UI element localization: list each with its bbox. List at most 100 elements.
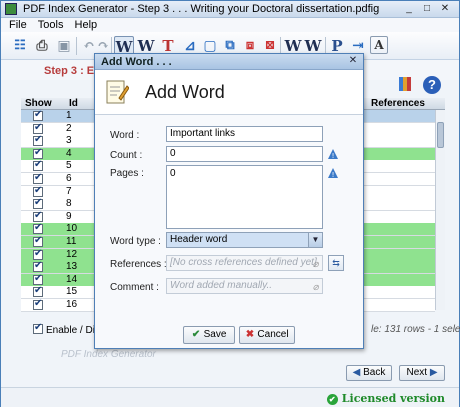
pages-textarea[interactable]: 0 — [166, 165, 323, 229]
row-id: 16 — [66, 299, 78, 310]
row-id: 7 — [66, 185, 72, 197]
row-id: 8 — [66, 198, 72, 210]
comment-placeholder: Word added manually.. — [170, 280, 273, 291]
pages-label: Pages : — [110, 168, 144, 179]
row-id: 15 — [66, 286, 78, 298]
dialog-close-button[interactable]: ✕ — [345, 55, 361, 68]
row-id: 4 — [66, 147, 72, 159]
row-id: 12 — [66, 248, 78, 260]
comment-input[interactable]: Word added manually.. ⊘ — [166, 278, 323, 294]
row-id: 1 — [66, 110, 72, 121]
dialog-header: Add Word — [95, 70, 363, 115]
dialog-heading: Add Word — [145, 82, 225, 102]
back-button[interactable]: ◀ Back — [346, 365, 392, 381]
show-checkbox[interactable] — [33, 147, 43, 159]
lock-icon: ⊘ — [312, 260, 319, 269]
scrollbar-thumb[interactable] — [437, 122, 444, 148]
show-checkbox[interactable] — [33, 248, 43, 260]
show-checkbox[interactable] — [33, 185, 43, 197]
word-input[interactable]: Important links — [166, 126, 323, 142]
column-references[interactable]: References — [371, 98, 425, 110]
save-button[interactable]: ✔ Save — [183, 326, 235, 344]
watermark: PDF Index Generator — [61, 349, 156, 360]
toolbar-separator — [76, 37, 77, 55]
show-checkbox[interactable] — [33, 172, 43, 184]
references-input: [No cross references defined yet] ⊘ — [166, 255, 323, 271]
info-icon: ! — [328, 168, 338, 178]
row-id: 11 — [66, 236, 77, 247]
edit-document-icon — [106, 80, 129, 104]
status-bar: ✔ Licensed version — [1, 387, 459, 407]
show-checkbox[interactable] — [33, 159, 43, 172]
row-id: 5 — [66, 160, 72, 172]
svg-text:!: ! — [332, 152, 335, 159]
info-icon: ! — [328, 149, 338, 159]
menu-bar: File Tools Help — [1, 18, 459, 32]
count-input[interactable]: 0 — [166, 146, 323, 162]
menu-help[interactable]: Help — [75, 18, 98, 32]
title-bar: PDF Index Generator - Step 3 . . . Writi… — [1, 1, 459, 18]
show-checkbox[interactable] — [33, 109, 43, 121]
row-id: 9 — [66, 210, 72, 222]
help-icon[interactable]: ? — [423, 76, 441, 94]
licensed-status: ✔ Licensed version — [326, 392, 445, 405]
show-checkbox[interactable] — [33, 122, 43, 134]
row-id: 6 — [66, 173, 72, 184]
back-label: Back — [363, 367, 386, 378]
print-icon[interactable]: ⎙ — [32, 36, 52, 56]
references-label: References : — [110, 259, 167, 270]
menu-tools[interactable]: Tools — [38, 18, 64, 32]
minimize-button[interactable]: _ — [402, 2, 416, 16]
show-checkbox[interactable] — [33, 197, 43, 210]
show-checkbox[interactable] — [33, 134, 43, 147]
next-button[interactable]: Next ▶ — [399, 365, 445, 381]
back-arrow-icon: ◀ — [352, 367, 361, 378]
show-checkbox[interactable] — [33, 235, 43, 247]
row-count: le: 131 rows - 1 selected — [371, 324, 460, 335]
show-checkbox[interactable] — [33, 298, 43, 310]
cancel-button[interactable]: ✖ Cancel — [239, 326, 295, 344]
row-id: 10 — [66, 223, 78, 235]
licensed-label: Licensed version — [341, 392, 445, 405]
word-label: Word : — [110, 130, 140, 141]
add-word-dialog: Add Word . . . ✕ Add Word Word : Importa… — [94, 53, 364, 349]
dialog-title-bar: Add Word . . . ✕ — [95, 54, 363, 70]
chevron-down-icon[interactable]: ▼ — [308, 233, 322, 247]
show-checkbox[interactable] — [33, 260, 43, 273]
lock-icon: ⊘ — [312, 283, 319, 292]
chart-icon — [399, 77, 411, 91]
close-button[interactable]: ✕ — [438, 2, 452, 16]
next-arrow-icon: ▶ — [429, 367, 438, 378]
references-placeholder: [No cross references defined yet] — [170, 257, 317, 268]
show-checkbox[interactable] — [33, 210, 43, 222]
maximize-button[interactable]: □ — [420, 2, 434, 16]
row-id: 3 — [66, 135, 72, 147]
vertical-scrollbar[interactable] — [435, 110, 445, 310]
save-label: Save — [203, 329, 227, 340]
dialog-title: Add Word . . . — [101, 56, 172, 68]
next-label: Next — [406, 367, 428, 378]
structure-icon[interactable]: ☷ — [10, 36, 30, 56]
column-id[interactable]: Id — [69, 98, 78, 110]
svg-text:!: ! — [332, 171, 335, 178]
checkbox-icon[interactable] — [33, 322, 43, 334]
show-checkbox[interactable] — [33, 273, 43, 285]
cancel-icon: ✖ — [245, 329, 255, 340]
link-icon: ⇆ — [332, 258, 340, 268]
word-type-select[interactable]: Header word ▼ — [166, 232, 323, 248]
row-id: 14 — [66, 273, 78, 285]
show-checkbox[interactable] — [33, 222, 43, 235]
word-type-label: Word type : — [110, 236, 161, 247]
count-label: Count : — [110, 150, 143, 161]
row-id: 13 — [66, 261, 78, 273]
text-size-icon[interactable]: A — [370, 36, 388, 54]
menu-file[interactable]: File — [9, 18, 27, 32]
app-icon — [5, 3, 17, 15]
check-icon: ✔ — [191, 329, 201, 340]
edit-references-button[interactable]: ⇆ — [328, 255, 344, 271]
show-checkbox[interactable] — [33, 285, 43, 298]
row-id: 2 — [66, 122, 72, 134]
word-type-value: Header word — [170, 234, 228, 245]
save-icon[interactable]: ▣ — [54, 36, 74, 56]
check-icon: ✔ — [326, 394, 338, 405]
